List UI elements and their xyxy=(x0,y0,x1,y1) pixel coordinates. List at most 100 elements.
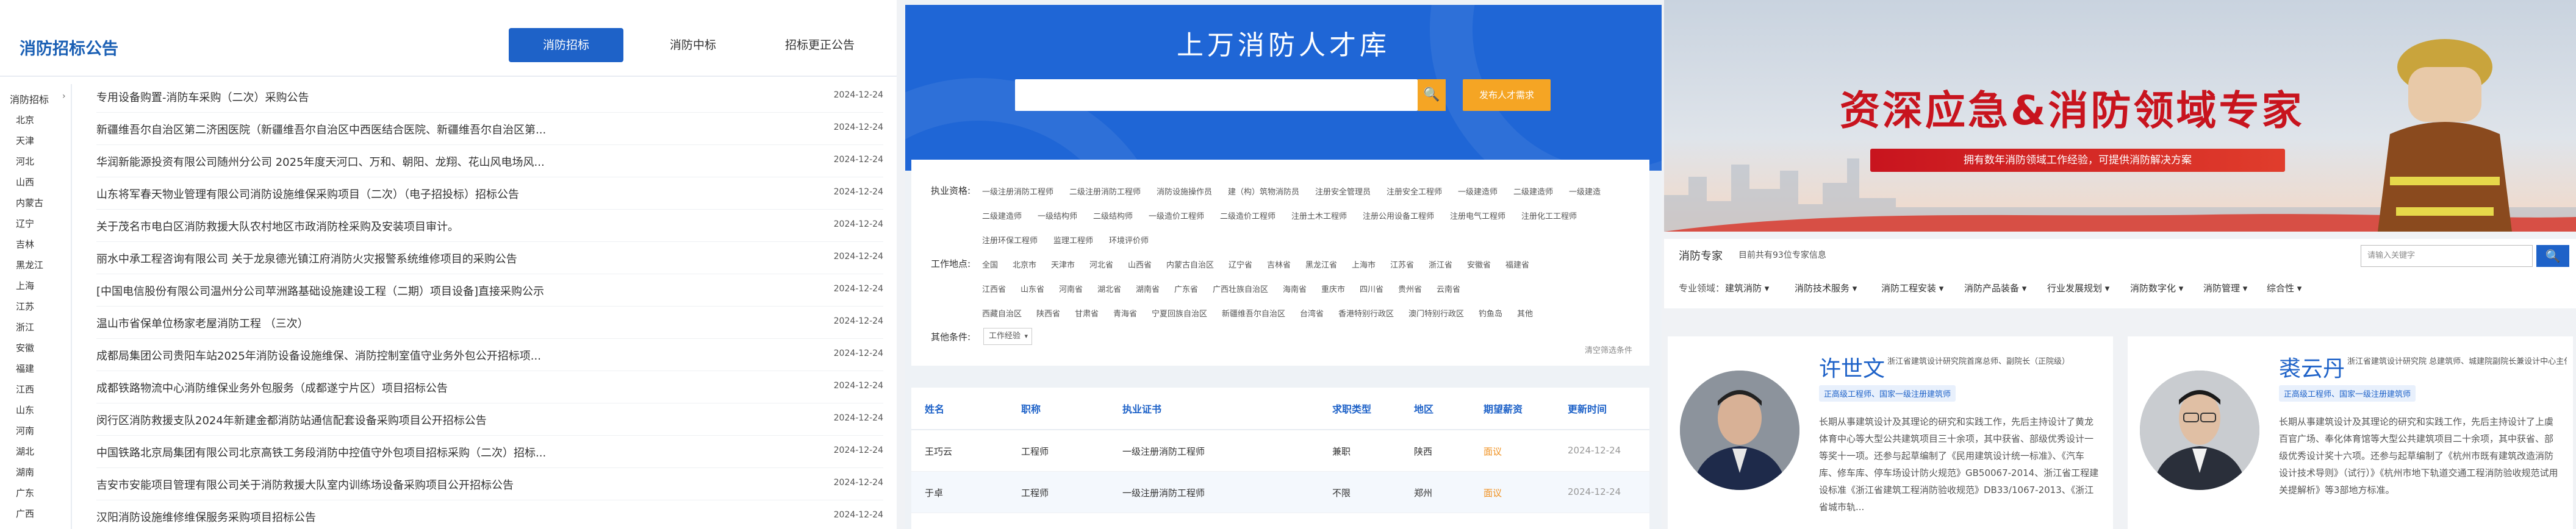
sidebar-item-region[interactable]: 江苏 xyxy=(16,300,34,313)
sidebar-item-region[interactable]: 福建 xyxy=(16,362,34,375)
sidebar-item-region[interactable]: 北京 xyxy=(16,113,34,126)
list-item[interactable]: 成都铁路物流中心消防维保业务外包服务（成都遂宁片区）项目招标公告 2024-12-… xyxy=(96,371,883,403)
field-filter-item[interactable]: 消防技术服务 ▾ xyxy=(1795,282,1857,294)
field-filter-item[interactable]: 行业发展规划 ▾ xyxy=(2047,282,2109,294)
tender-row-title[interactable]: 山东将军春天物业管理有限公司消防设施维保采购项目（二次）（电子招投标）招标公告 xyxy=(96,186,767,202)
filter-option[interactable]: 注册环保工程师 xyxy=(982,234,1038,246)
sidebar-item-region[interactable]: 广西 xyxy=(16,507,34,520)
list-item[interactable]: 吉安市安能项目管理有限公司关于消防救援大队室内训练场设备采购项目公开招标公告 20… xyxy=(96,468,883,500)
filter-option[interactable]: 新疆维吾尔自治区 xyxy=(1222,307,1285,319)
filter-option[interactable]: 青海省 xyxy=(1113,307,1137,319)
expert-name[interactable]: 裘云丹 xyxy=(2279,351,2345,383)
sidebar-item-region[interactable]: 山东 xyxy=(16,403,34,416)
list-item[interactable]: 成都局集团公司贵阳车站2025年消防设备设施维保、消防控制室值守业务外包公开招标… xyxy=(96,339,883,371)
filter-option[interactable]: 西藏自治区 xyxy=(982,307,1022,319)
talent-search-input[interactable] xyxy=(1015,79,1418,111)
sidebar-item-region[interactable]: 安徽 xyxy=(16,341,34,354)
filter-option[interactable]: 注册公用设备工程师 xyxy=(1363,210,1434,221)
tender-row-title[interactable]: 闵行区消防救援支队2024年新建金都消防站通信配套设备采购项目公开招标公告 xyxy=(96,412,767,428)
sidebar-item-region[interactable]: 广东 xyxy=(16,486,34,499)
filter-option[interactable]: 一级建造 xyxy=(1569,185,1601,197)
tender-row-title[interactable]: 温山市省保单位杨家老屋消防工程 （三次） xyxy=(96,315,767,331)
filter-option[interactable]: 贵州省 xyxy=(1398,283,1422,294)
filter-option[interactable]: 建（构）筑物消防员 xyxy=(1228,185,1299,197)
sidebar-item-region[interactable]: 浙江 xyxy=(16,321,34,333)
sidebar-item-region[interactable]: 吉林 xyxy=(16,238,34,250)
expert-card[interactable]: 裘云丹 浙江省建筑设计研究院 总建筑师、城建院副院长兼设计中心主任 正高级工程师… xyxy=(2128,336,2573,529)
filter-option[interactable]: 一级造价工程师 xyxy=(1149,210,1204,221)
sidebar-item-region[interactable]: 内蒙古 xyxy=(16,196,43,209)
filter-option[interactable]: 澳门特别行政区 xyxy=(1408,307,1464,319)
filter-option[interactable]: 浙江省 xyxy=(1429,258,1452,270)
sidebar-item-region[interactable]: 天津 xyxy=(16,134,34,147)
filter-option[interactable]: 北京市 xyxy=(1013,258,1036,270)
list-item[interactable]: 温山市省保单位杨家老屋消防工程 （三次） 2024-12-24 xyxy=(96,307,883,339)
tender-row-title[interactable]: 关于茂名市电白区消防救援大队农村地区市政消防栓采购及安装项目审计。 xyxy=(96,218,767,234)
filter-option[interactable]: 宁夏回族自治区 xyxy=(1152,307,1207,319)
sidebar-item-region[interactable]: 江西 xyxy=(16,383,34,396)
sidebar-item-region[interactable]: 湖南 xyxy=(16,466,34,478)
search-icon[interactable]: 🔍 xyxy=(2536,245,2569,267)
filter-option[interactable]: 台湾省 xyxy=(1300,307,1324,319)
filter-option[interactable]: 黑龙江省 xyxy=(1305,258,1337,270)
list-item[interactable]: 中国铁路北京局集团有限公司北京高铁工务段消防中控值守外包项目招标采购（二次）招标… xyxy=(96,436,883,468)
sidebar-item-region[interactable]: 黑龙江 xyxy=(16,258,43,271)
list-item[interactable]: [中国电信股份有限公司温州分公司苹洲路基础设施建设工程（二期）项目设备]直接采购… xyxy=(96,274,883,307)
filter-option[interactable]: 消防设施操作员 xyxy=(1157,185,1212,197)
filter-option[interactable]: 注册化工工程师 xyxy=(1521,210,1577,221)
table-row[interactable]: 于卓 工程师 一级注册消防工程师 不限 郑州 面议 2024-12-24 xyxy=(911,472,1649,513)
filter-option[interactable]: 江苏省 xyxy=(1390,258,1414,270)
filter-option[interactable]: 河南省 xyxy=(1059,283,1083,294)
filter-option[interactable]: 二级建造师 xyxy=(982,210,1022,221)
tender-row-title[interactable]: 成都局集团公司贵阳车站2025年消防设备设施维保、消防控制室值守业务外包公开招标… xyxy=(96,347,767,363)
tender-row-title[interactable]: 汉阳消防设施维修维保服务采购项目招标公告 xyxy=(96,509,767,525)
tab-tender-correction[interactable]: 招标更正公告 xyxy=(762,28,877,62)
post-talent-need-button[interactable]: 发布人才需求 xyxy=(1463,79,1551,111)
list-item[interactable]: 丽水中承工程咨询有限公司 关于龙泉德光镇江府消防火灾报警系统维修项目的采购公告 2… xyxy=(96,242,883,274)
filter-option[interactable]: 香港特别行政区 xyxy=(1338,307,1394,319)
sidebar-item-region[interactable]: 湖北 xyxy=(16,445,34,458)
filter-option[interactable]: 内蒙古自治区 xyxy=(1166,258,1214,270)
sidebar-item-region[interactable]: 河北 xyxy=(16,155,34,168)
field-filter-item[interactable]: 建筑消防 ▾ xyxy=(1725,282,1769,294)
filter-option[interactable]: 吉林省 xyxy=(1267,258,1291,270)
list-item[interactable]: 新疆维吾尔自治区第二济困医院（新疆维吾尔自治区中西医结合医院、新疆维吾尔自治区第… xyxy=(96,113,883,145)
list-item[interactable]: 关于茂名市电白区消防救援大队农村地区市政消防栓采购及安装项目审计。 2024-12… xyxy=(96,210,883,242)
clear-filters-link[interactable]: 清空筛选条件 xyxy=(1585,344,1632,355)
list-item[interactable]: 专用设备购置-消防车采购（二次）采购公告 2024-12-24 xyxy=(96,80,883,113)
list-item[interactable]: 闵行区消防救援支队2024年新建金都消防站通信配套设备采购项目公开招标公告 202… xyxy=(96,403,883,436)
search-icon[interactable]: 🔍 xyxy=(1418,79,1446,111)
sidebar-item-region[interactable]: 山西 xyxy=(16,176,34,188)
filter-option[interactable]: 山西省 xyxy=(1128,258,1152,270)
field-filter-item[interactable]: 综合性 ▾ xyxy=(2267,282,2302,294)
filter-option[interactable]: 注册安全工程师 xyxy=(1387,185,1442,197)
filter-option[interactable]: 湖南省 xyxy=(1136,283,1160,294)
filter-option[interactable]: 一级建造师 xyxy=(1458,185,1498,197)
filter-option[interactable]: 湖北省 xyxy=(1097,283,1121,294)
filter-option[interactable]: 云南省 xyxy=(1437,283,1460,294)
field-filter-item[interactable]: 消防产品装备 ▾ xyxy=(1964,282,2026,294)
list-item[interactable]: 山东将军春天物业管理有限公司消防设施维保采购项目（二次）（电子招投标）招标公告 2… xyxy=(96,177,883,210)
filter-option[interactable]: 广西壮族自治区 xyxy=(1213,283,1268,294)
filter-option[interactable]: 注册电气工程师 xyxy=(1450,210,1505,221)
filter-option[interactable]: 安徽省 xyxy=(1467,258,1491,270)
filter-option[interactable]: 注册土木工程师 xyxy=(1291,210,1347,221)
tender-row-title[interactable]: 新疆维吾尔自治区第二济困医院（新疆维吾尔自治区中西医结合医院、新疆维吾尔自治区第… xyxy=(96,121,767,137)
filter-option[interactable]: 其他 xyxy=(1517,307,1533,319)
field-filter-item[interactable]: 消防工程安装 ▾ xyxy=(1881,282,1943,294)
filter-option[interactable]: 广东省 xyxy=(1174,283,1198,294)
filter-option[interactable]: 一级结构师 xyxy=(1038,210,1077,221)
tender-row-title[interactable]: [中国电信股份有限公司温州分公司苹洲路基础设施建设工程（二期）项目设备]直接采购… xyxy=(96,283,767,299)
sidebar-item-region[interactable]: 河南 xyxy=(16,424,34,437)
filter-option[interactable]: 海南省 xyxy=(1283,283,1307,294)
sidebar-item-region[interactable]: 上海 xyxy=(16,279,34,292)
filter-option[interactable]: 四川省 xyxy=(1360,283,1383,294)
tender-row-title[interactable]: 丽水中承工程咨询有限公司 关于龙泉德光镇江府消防火灾报警系统维修项目的采购公告 xyxy=(96,250,767,266)
filter-option[interactable]: 二级造价工程师 xyxy=(1220,210,1275,221)
filter-option[interactable]: 环境评价师 xyxy=(1109,234,1149,246)
tender-row-title[interactable]: 吉安市安能项目管理有限公司关于消防救援大队室内训练场设备采购项目公开招标公告 xyxy=(96,477,767,492)
filter-option[interactable]: 辽宁省 xyxy=(1229,258,1252,270)
list-item[interactable]: 华润新能源投资有限公司随州分公司 2025年度天河口、万和、朝阳、龙翔、花山风电… xyxy=(96,145,883,177)
tender-row-title[interactable]: 成都铁路物流中心消防维保业务外包服务（成都遂宁片区）项目招标公告 xyxy=(96,380,767,396)
filter-option[interactable]: 天津市 xyxy=(1051,258,1075,270)
